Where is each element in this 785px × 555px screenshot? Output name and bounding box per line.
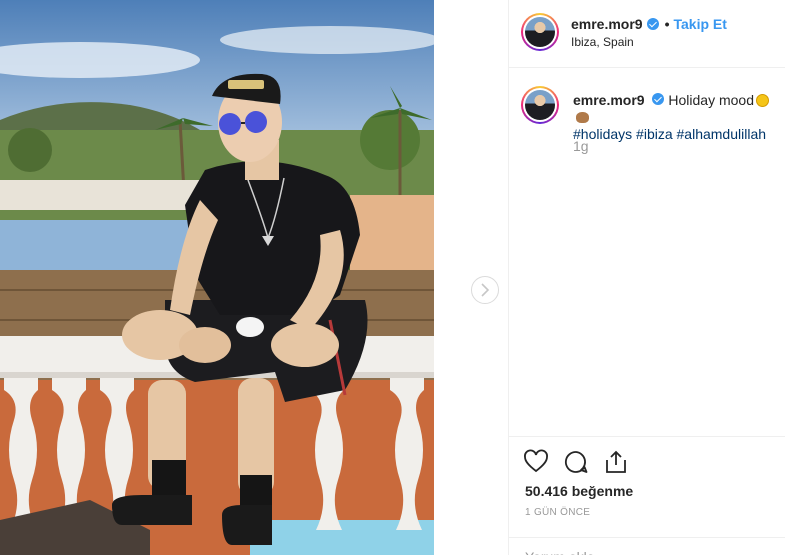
caption-message: Holiday mood xyxy=(668,92,754,108)
hashtag-links[interactable]: #holidays #ibiza #alhamdulillah xyxy=(573,126,766,142)
like-count[interactable]: 50.416 beğenme xyxy=(525,483,633,499)
photo-gap xyxy=(434,0,508,555)
caption-username-link[interactable]: emre.mor9 xyxy=(573,92,645,108)
post-actions: 50.416 beğenme 1 GÜN ÖNCE xyxy=(509,436,785,555)
next-photo-button[interactable] xyxy=(471,276,499,304)
sun-emoji-icon xyxy=(755,94,769,107)
verified-badge-icon xyxy=(652,93,665,105)
profile-picture xyxy=(525,17,555,47)
username-line: emre.mor9 • Takip Et xyxy=(571,16,727,32)
profile-picture xyxy=(525,90,555,120)
separator-dot: • xyxy=(664,16,670,32)
post-timestamp[interactable]: 1 GÜN ÖNCE xyxy=(525,507,590,518)
caption-avatar[interactable] xyxy=(521,86,559,124)
comment-icon[interactable] xyxy=(563,449,589,475)
post-header: emre.mor9 • Takip Et Ibiza, Spain xyxy=(509,0,785,68)
comment-box xyxy=(509,537,785,555)
post-photo[interactable] xyxy=(0,0,434,555)
post-photo-illustration xyxy=(0,0,434,555)
verified-badge-icon xyxy=(646,18,659,30)
caption-age: 1g xyxy=(573,138,589,154)
share-icon[interactable] xyxy=(603,449,629,475)
location-link[interactable]: Ibiza, Spain xyxy=(571,35,634,49)
follow-button[interactable]: Takip Et xyxy=(674,16,727,32)
heart-icon[interactable] xyxy=(523,449,549,475)
chevron-right-icon xyxy=(480,283,490,297)
hand-emoji-icon xyxy=(576,112,589,123)
avatar[interactable] xyxy=(521,13,559,51)
comment-input[interactable] xyxy=(525,549,755,555)
caption-text: emre.mor9 Holiday mood #holidays #ibiza … xyxy=(573,92,778,143)
post-details-panel: emre.mor9 • Takip Et Ibiza, Spain emre.m… xyxy=(508,0,785,555)
username-link[interactable]: emre.mor9 xyxy=(571,16,643,32)
action-icons xyxy=(523,449,629,475)
